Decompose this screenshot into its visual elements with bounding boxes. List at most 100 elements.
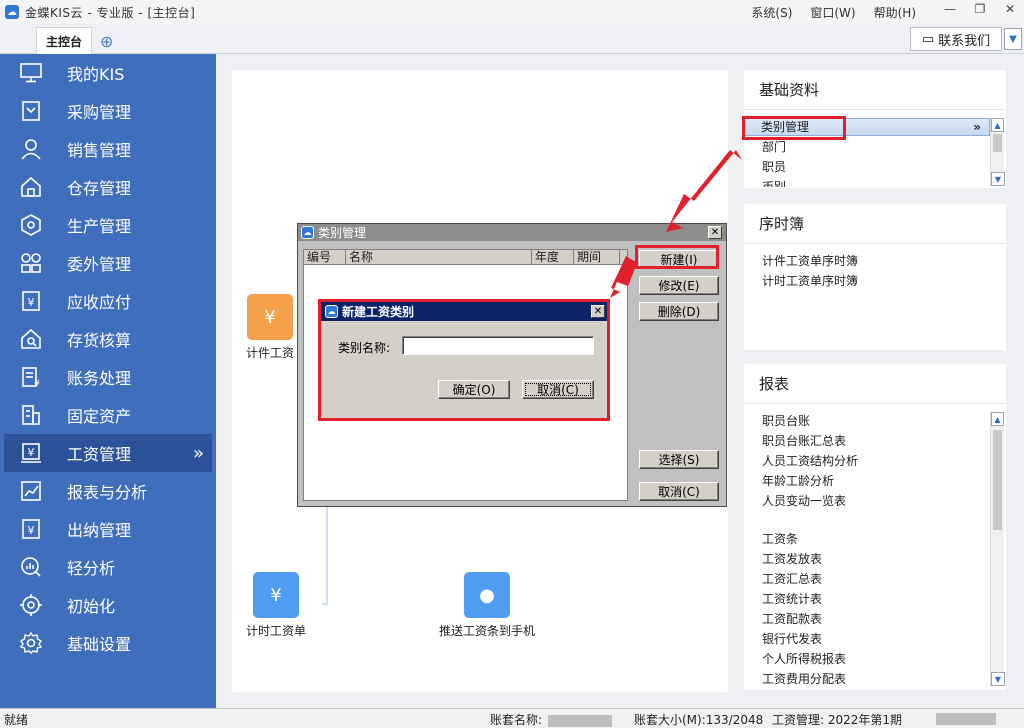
minimize-icon[interactable]: — (942, 2, 958, 16)
report-icon (20, 480, 42, 502)
sidebar-item-accounting[interactable]: ¥ 账务处理 (0, 358, 216, 396)
piece-wage-label: 计件工资 (246, 346, 295, 360)
list-item[interactable]: 计件工资单序时簿 (762, 251, 1006, 271)
list-item[interactable]: 工资汇总表 (762, 569, 1006, 589)
push-payslip-node[interactable]: ● 推送工资条到手机 (439, 572, 535, 639)
double-chevron-right-icon: » (973, 120, 981, 134)
sidebar-item-label: 委外管理 (67, 255, 132, 274)
push-payslip-label: 推送工资条到手机 (439, 624, 536, 638)
sidebar-item-my-kis[interactable]: 我的KIS (0, 54, 216, 92)
sidebar-item-outsource[interactable]: 委外管理 (0, 244, 216, 282)
list-item[interactable]: 职员台账汇总表 (762, 431, 1006, 451)
window-title: 金蝶KIS云 - 专业版 - [主控台] (25, 5, 196, 20)
outsource-icon (20, 252, 42, 274)
sidebar-item-warehouse[interactable]: 仓存管理 (0, 168, 216, 206)
modify-button[interactable]: 修改(E) (639, 276, 719, 295)
reports-scrollbar[interactable]: ▲ ▼ (990, 412, 1005, 686)
list-item[interactable]: 工资统计表 (762, 589, 1006, 609)
sidebar-item-label: 存货核算 (67, 331, 132, 350)
basic-info-scrollbar[interactable]: ▲ ▼ (990, 118, 1005, 186)
scroll-up-icon[interactable]: ▲ (991, 118, 1004, 132)
sidebar-item-receivable[interactable]: ¥ 应收应付 (0, 282, 216, 320)
list-item[interactable]: 银行代发表 (762, 629, 1006, 649)
sidebar-item-label: 销售管理 (67, 141, 132, 160)
scroll-down-icon[interactable]: ▼ (991, 172, 1005, 186)
sidebar-item-label: 固定资产 (67, 407, 132, 426)
basic-info-title: 基础资料 (744, 70, 1006, 110)
account-size-value: 133/2048 (705, 713, 764, 727)
time-wage-icon: ¥ (253, 572, 299, 618)
list-item[interactable]: 职员 (762, 157, 786, 177)
col-header-year[interactable]: 年度 (532, 250, 574, 264)
list-item[interactable]: 工资发放表 (762, 549, 1006, 569)
sidebar-item-light-analysis[interactable]: 轻分析 (0, 548, 216, 586)
close-icon[interactable]: ✕ (708, 226, 722, 239)
piece-wage-icon: ¥ (247, 294, 293, 340)
tab-bar: 主控台 ⊕ ▭ 联系我们 ▼ (0, 24, 1024, 54)
sidebar-item-inventory[interactable]: 存货核算 (0, 320, 216, 358)
scroll-thumb[interactable] (993, 134, 1002, 152)
chat-icon: ▭ (921, 31, 935, 47)
analysis-icon (20, 556, 42, 578)
reports-panel: 报表 职员台账 职员台账汇总表 人员工资结构分析 年龄工龄分析 人员变动一览表 … (744, 364, 1006, 690)
restore-icon[interactable]: ❐ (972, 2, 988, 16)
sales-icon (20, 138, 42, 160)
account-name-redacted (548, 714, 613, 727)
sidebar-item-basic-settings[interactable]: 基础设置 (0, 624, 216, 662)
col-header-period[interactable]: 期间 (574, 250, 620, 264)
cancel-button[interactable]: 取消(C) (639, 482, 719, 501)
tab-main-console[interactable]: 主控台 (36, 27, 92, 54)
list-item[interactable]: 人员变动一览表 (762, 491, 1006, 511)
list-item[interactable]: 人员工资结构分析 (762, 451, 1006, 471)
list-item[interactable]: 计时工资单序时簿 (762, 271, 1006, 291)
production-icon (20, 214, 42, 236)
add-tab-icon[interactable]: ⊕ (100, 32, 113, 51)
list-item[interactable]: 工资配款表 (762, 609, 1006, 629)
sidebar-item-production[interactable]: 生产管理 (0, 206, 216, 244)
menu-system[interactable]: 系统(S) (751, 4, 792, 21)
sidebar-item-label: 初始化 (67, 597, 116, 616)
time-wage-node[interactable]: ¥ 计时工资单 (246, 572, 306, 639)
account-size-label: 账套大小(M): (634, 713, 706, 727)
list-item[interactable]: 工资费用分配表 (762, 669, 1006, 689)
scroll-up-icon[interactable]: ▲ (991, 412, 1004, 426)
menu-window[interactable]: 窗口(W) (810, 4, 855, 21)
sidebar-item-salary[interactable]: ¥ 工资管理 » (4, 434, 212, 472)
sidebar-item-fixed-assets[interactable]: 固定资产 (0, 396, 216, 434)
sidebar-item-sales[interactable]: 销售管理 (0, 130, 216, 168)
contact-us-button[interactable]: ▭ 联系我们 (910, 27, 1002, 51)
reports-title: 报表 (744, 364, 1006, 404)
user-redacted (936, 713, 996, 725)
sidebar-item-purchase[interactable]: 采购管理 (0, 92, 216, 130)
list-item[interactable]: 工资条 (762, 529, 1006, 549)
purchase-icon (20, 100, 42, 122)
list-item[interactable]: 年龄工龄分析 (762, 471, 1006, 491)
sidebar-item-label: 轻分析 (67, 559, 116, 578)
col-header-name[interactable]: 名称 (346, 250, 532, 264)
scroll-down-icon[interactable]: ▼ (991, 672, 1005, 686)
piece-wage-node[interactable]: ¥ 计件工资 (246, 294, 294, 361)
menu-help[interactable]: 帮助(H) (874, 4, 916, 21)
list-item[interactable]: 币别 (762, 177, 786, 187)
settings-icon (20, 632, 42, 654)
sidebar-item-reports[interactable]: 报表与分析 (0, 472, 216, 510)
list-item[interactable]: 部门 (762, 137, 786, 157)
col-header-code[interactable]: 编号 (304, 250, 346, 264)
delete-button[interactable]: 删除(D) (639, 302, 719, 321)
scroll-thumb[interactable] (993, 430, 1002, 530)
list-item[interactable]: 个人所得税报表 (762, 649, 1006, 669)
chevron-down-icon[interactable]: ▼ (1004, 28, 1022, 50)
select-button[interactable]: 选择(S) (639, 450, 719, 469)
monitor-icon (20, 62, 42, 84)
accounting-icon: ¥ (20, 366, 42, 388)
reports-list: 职员台账 职员台账汇总表 人员工资结构分析 年龄工龄分析 人员变动一览表 工资条… (744, 404, 1006, 689)
sidebar-item-cashier[interactable]: ¥ 出纳管理 (0, 510, 216, 548)
timesheet-list: 计件工资单序时簿 计时工资单序时簿 (744, 244, 1006, 291)
sidebar: 我的KIS 采购管理 销售管理 仓存管理 生产管理 委外管理 ¥ 应收应付 存货核… (0, 54, 216, 708)
highlight-category-manage (742, 116, 846, 140)
sidebar-item-initialize[interactable]: 初始化 (0, 586, 216, 624)
svg-text:¥: ¥ (34, 379, 40, 388)
list-item[interactable]: 职员台账 (762, 411, 1006, 431)
close-icon[interactable]: ✕ (1002, 2, 1018, 16)
svg-text:¥: ¥ (28, 446, 35, 459)
